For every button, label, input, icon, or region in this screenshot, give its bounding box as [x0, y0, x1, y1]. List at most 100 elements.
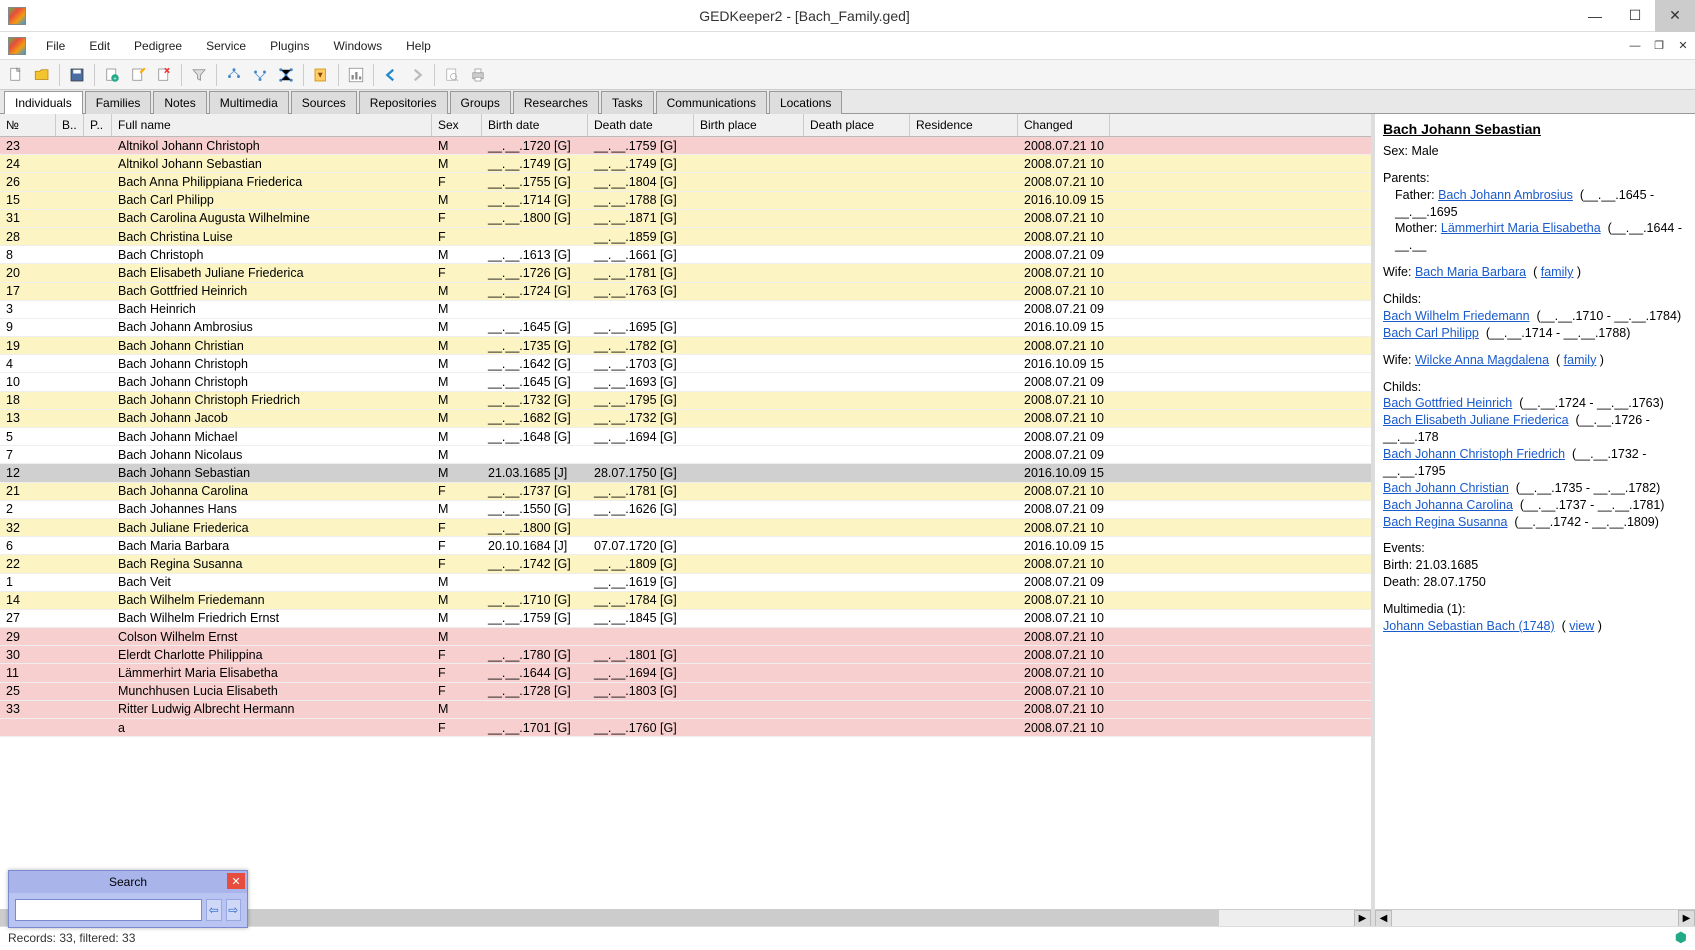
nav-back-button[interactable] — [379, 63, 403, 87]
tab-sources[interactable]: Sources — [291, 91, 357, 114]
new-file-button[interactable] — [4, 63, 28, 87]
menu-file[interactable]: File — [34, 35, 77, 57]
tree-descendants-button[interactable] — [248, 63, 272, 87]
col-header-death[interactable]: Death date — [588, 114, 694, 136]
pedigree-button[interactable]: ▼ — [309, 63, 333, 87]
open-file-button[interactable] — [30, 63, 54, 87]
col-header-b[interactable]: B.. — [56, 114, 84, 136]
table-row[interactable]: 30Elerdt Charlotte PhilippinaF__.__.1780… — [0, 646, 1371, 664]
table-row[interactable]: 21Bach Johanna CarolinaF__.__.1737 [G]__… — [0, 483, 1371, 501]
table-row[interactable]: 19Bach Johann ChristianM__.__.1735 [G]__… — [0, 337, 1371, 355]
wife2-link[interactable]: Wilcke Anna Magdalena — [1415, 353, 1549, 367]
col-header-res[interactable]: Residence — [910, 114, 1018, 136]
table-row[interactable]: 22Bach Regina SusannaF__.__.1742 [G]__._… — [0, 555, 1371, 573]
table-row[interactable]: 27Bach Wilhelm Friedrich ErnstM__.__.175… — [0, 610, 1371, 628]
table-row[interactable]: 29Colson Wilhelm ErnstM2008.07.21 10 — [0, 628, 1371, 646]
grid-body[interactable]: 23Altnikol Johann ChristophM__.__.1720 [… — [0, 137, 1371, 909]
table-row[interactable]: 3Bach HeinrichM2008.07.21 09 — [0, 301, 1371, 319]
col-header-bplace[interactable]: Birth place — [694, 114, 804, 136]
table-row[interactable]: 20Bach Elisabeth Juliane FriedericaF__._… — [0, 264, 1371, 282]
table-row[interactable]: 17Bach Gottfried HeinrichM__.__.1724 [G]… — [0, 283, 1371, 301]
maximize-button[interactable]: ☐ — [1615, 0, 1655, 32]
scroll-right-icon[interactable]: ▶ — [1678, 910, 1695, 926]
edit-record-button[interactable] — [126, 63, 150, 87]
delete-record-button[interactable] — [152, 63, 176, 87]
table-row[interactable]: 33Ritter Ludwig Albrecht HermannM2008.07… — [0, 701, 1371, 719]
table-row[interactable]: 4Bach Johann ChristophM__.__.1642 [G]__.… — [0, 355, 1371, 373]
add-record-button[interactable]: + — [100, 63, 124, 87]
col-header-sex[interactable]: Sex — [432, 114, 482, 136]
nav-forward-button[interactable] — [405, 63, 429, 87]
table-row[interactable]: 15Bach Carl PhilippM__.__.1714 [G]__.__.… — [0, 192, 1371, 210]
tab-groups[interactable]: Groups — [450, 91, 511, 114]
tree-ancestors-button[interactable] — [222, 63, 246, 87]
tab-repositories[interactable]: Repositories — [359, 91, 448, 114]
tab-tasks[interactable]: Tasks — [601, 91, 654, 114]
mdi-close-button[interactable]: ✕ — [1671, 37, 1695, 54]
table-row[interactable]: 28Bach Christina LuiseF__.__.1859 [G]200… — [0, 228, 1371, 246]
col-header-dplace[interactable]: Death place — [804, 114, 910, 136]
mother-link[interactable]: Lämmerhirt Maria Elisabetha — [1441, 221, 1601, 235]
table-row[interactable]: 25Munchhusen Lucia ElisabethF__.__.1728 … — [0, 683, 1371, 701]
save-button[interactable] — [65, 63, 89, 87]
table-row[interactable]: 18Bach Johann Christoph FriedrichM__.__.… — [0, 392, 1371, 410]
scroll-left-icon[interactable]: ◀ — [1375, 910, 1392, 926]
col-header-p[interactable]: P.. — [84, 114, 112, 136]
menu-pedigree[interactable]: Pedigree — [122, 35, 194, 57]
table-row[interactable]: 2Bach Johannes HansM__.__.1550 [G]__.__.… — [0, 501, 1371, 519]
family1-link[interactable]: family — [1541, 265, 1574, 279]
table-row[interactable]: 8Bach ChristophM__.__.1613 [G]__.__.1661… — [0, 246, 1371, 264]
search-prev-button[interactable]: ⇦ — [206, 899, 222, 921]
tab-researches[interactable]: Researches — [513, 91, 599, 114]
print-button[interactable] — [466, 63, 490, 87]
view-link[interactable]: view — [1569, 619, 1594, 633]
minimize-button[interactable]: — — [1575, 0, 1615, 32]
table-row[interactable]: aF__.__.1701 [G]__.__.1760 [G]2008.07.21… — [0, 719, 1371, 737]
child-link[interactable]: Bach Johann Christoph Friedrich — [1383, 447, 1565, 461]
wife1-link[interactable]: Bach Maria Barbara — [1415, 265, 1526, 279]
child-link[interactable]: Bach Johann Christian — [1383, 481, 1509, 495]
col-header-no[interactable]: № — [0, 114, 56, 136]
child-link[interactable]: Bach Regina Susanna — [1383, 515, 1507, 529]
child-link[interactable]: Bach Elisabeth Juliane Friederica — [1383, 413, 1569, 427]
menu-edit[interactable]: Edit — [77, 35, 122, 57]
tree-both-button[interactable] — [274, 63, 298, 87]
table-row[interactable]: 9Bach Johann AmbrosiusM__.__.1645 [G]__.… — [0, 319, 1371, 337]
table-row[interactable]: 13Bach Johann JacobM__.__.1682 [G]__.__.… — [0, 410, 1371, 428]
child-link[interactable]: Bach Wilhelm Friedemann — [1383, 309, 1530, 323]
table-row[interactable]: 23Altnikol Johann ChristophM__.__.1720 [… — [0, 137, 1371, 155]
family2-link[interactable]: family — [1564, 353, 1597, 367]
col-header-birth[interactable]: Birth date — [482, 114, 588, 136]
menu-service[interactable]: Service — [194, 35, 258, 57]
tab-families[interactable]: Families — [85, 91, 152, 114]
table-row[interactable]: 1Bach VeitM__.__.1619 [G]2008.07.21 09 — [0, 574, 1371, 592]
mdi-minimize-button[interactable]: — — [1623, 38, 1647, 54]
tab-individuals[interactable]: Individuals — [4, 91, 83, 114]
search-input[interactable] — [15, 899, 202, 921]
search-next-button[interactable]: ⇨ — [226, 899, 242, 921]
mdi-restore-button[interactable]: ❐ — [1647, 37, 1671, 54]
col-header-name[interactable]: Full name — [112, 114, 432, 136]
table-row[interactable]: 7Bach Johann NicolausM2008.07.21 09 — [0, 446, 1371, 464]
table-row[interactable]: 32Bach Juliane FriedericaF__.__.1800 [G]… — [0, 519, 1371, 537]
table-row[interactable]: 6Bach Maria BarbaraF20.10.1684 [J]07.07.… — [0, 537, 1371, 555]
tab-communications[interactable]: Communications — [656, 91, 767, 114]
child-link[interactable]: Bach Carl Philipp — [1383, 326, 1479, 340]
menu-help[interactable]: Help — [394, 35, 443, 57]
tab-locations[interactable]: Locations — [769, 91, 842, 114]
table-row[interactable]: 26Bach Anna Philippiana FriedericaF__.__… — [0, 173, 1371, 191]
multimedia-link[interactable]: Johann Sebastian Bach (1748) — [1383, 619, 1555, 633]
tab-multimedia[interactable]: Multimedia — [209, 91, 289, 114]
detail-scrollbar[interactable]: ◀ ▶ — [1375, 909, 1695, 926]
table-row[interactable]: 12Bach Johann SebastianM21.03.1685 [J]28… — [0, 464, 1371, 482]
table-row[interactable]: 31Bach Carolina Augusta WilhelmineF__.__… — [0, 210, 1371, 228]
child-link[interactable]: Bach Johanna Carolina — [1383, 498, 1513, 512]
table-row[interactable]: 11Lämmerhirt Maria ElisabethaF__.__.1644… — [0, 664, 1371, 682]
menu-windows[interactable]: Windows — [321, 35, 394, 57]
filter-button[interactable] — [187, 63, 211, 87]
search-close-button[interactable]: ✕ — [227, 873, 245, 889]
table-row[interactable]: 14Bach Wilhelm FriedemannM__.__.1710 [G]… — [0, 592, 1371, 610]
menu-plugins[interactable]: Plugins — [258, 35, 321, 57]
scroll-right-icon[interactable]: ▶ — [1354, 910, 1371, 927]
col-header-changed[interactable]: Changed — [1018, 114, 1110, 136]
